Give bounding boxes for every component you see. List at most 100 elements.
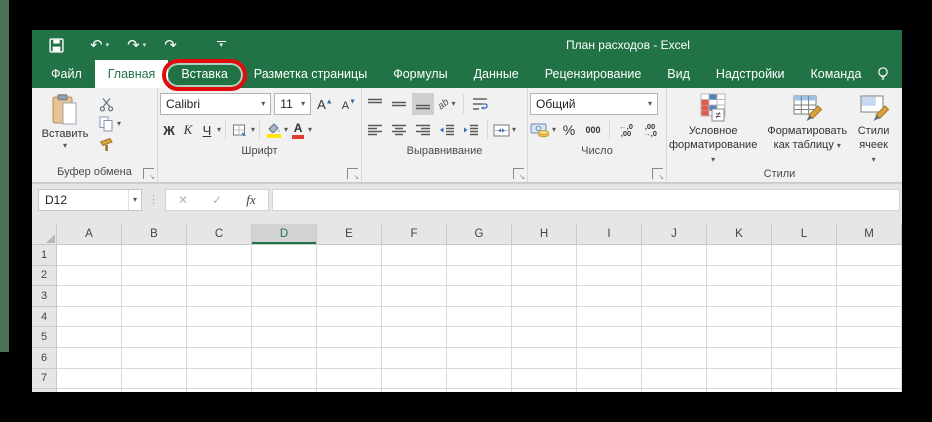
row-header-1[interactable]: 1 bbox=[32, 245, 57, 266]
accounting-format-button[interactable]: ▾ bbox=[530, 119, 556, 141]
number-format-combo[interactable]: Общий ▾ bbox=[530, 93, 658, 115]
cell-H7[interactable] bbox=[512, 369, 577, 390]
column-header-K[interactable]: K bbox=[707, 224, 772, 245]
fill-color-button[interactable] bbox=[264, 119, 283, 141]
tab-Главная[interactable]: Главная bbox=[95, 60, 169, 88]
cell-F2[interactable] bbox=[382, 266, 447, 287]
paste-button[interactable]: Вставить ▾ bbox=[34, 91, 96, 164]
font-size-dropdown-icon[interactable]: ▾ bbox=[301, 100, 305, 108]
increase-decimal-button[interactable]: ←,0 ,00 bbox=[615, 119, 637, 141]
cell-Mx[interactable] bbox=[837, 389, 902, 392]
cell-E3[interactable] bbox=[317, 286, 382, 307]
tab-Надстройки[interactable]: Надстройки bbox=[703, 60, 798, 88]
cell-M3[interactable] bbox=[837, 286, 902, 307]
align-left-button[interactable] bbox=[364, 119, 386, 141]
cell-A4[interactable] bbox=[57, 307, 122, 328]
cell-J2[interactable] bbox=[642, 266, 707, 287]
column-header-H[interactable]: H bbox=[512, 224, 577, 245]
cell-G6[interactable] bbox=[447, 348, 512, 369]
cell-C4[interactable] bbox=[187, 307, 252, 328]
cell-M6[interactable] bbox=[837, 348, 902, 369]
cell-H1[interactable] bbox=[512, 245, 577, 266]
customize-qat-button[interactable]: ▾ bbox=[217, 41, 226, 49]
cell-L5[interactable] bbox=[772, 327, 837, 348]
cell-G4[interactable] bbox=[447, 307, 512, 328]
cell-E6[interactable] bbox=[317, 348, 382, 369]
cell-I1[interactable] bbox=[577, 245, 642, 266]
name-box[interactable]: D12 ▾ bbox=[38, 189, 142, 211]
cell-K3[interactable] bbox=[707, 286, 772, 307]
align-top-button[interactable] bbox=[364, 93, 386, 115]
number-format-dropdown-icon[interactable]: ▾ bbox=[648, 100, 652, 108]
cell-D2[interactable] bbox=[252, 266, 317, 287]
cell-G3[interactable] bbox=[447, 286, 512, 307]
tab-Разметка страницы[interactable]: Разметка страницы bbox=[241, 60, 380, 88]
font-name-combo[interactable]: Calibri ▾ bbox=[160, 93, 271, 115]
cell-A1[interactable] bbox=[57, 245, 122, 266]
cell-D1[interactable] bbox=[252, 245, 317, 266]
cell-M5[interactable] bbox=[837, 327, 902, 348]
accounting-dropdown-icon[interactable]: ▾ bbox=[552, 126, 556, 134]
tab-Данные[interactable]: Данные bbox=[461, 60, 532, 88]
cell-K7[interactable] bbox=[707, 369, 772, 390]
cell-C7[interactable] bbox=[187, 369, 252, 390]
format-as-table-dropdown-icon[interactable]: ▾ bbox=[837, 141, 841, 150]
select-all-corner[interactable] bbox=[32, 224, 57, 245]
merge-center-dropdown-icon[interactable]: ▾ bbox=[512, 126, 516, 134]
percent-style-button[interactable]: % bbox=[558, 119, 580, 141]
format-painter-button[interactable] bbox=[96, 135, 124, 153]
cell-B3[interactable] bbox=[122, 286, 187, 307]
comma-style-button[interactable]: 000 bbox=[582, 119, 604, 141]
cell-J6[interactable] bbox=[642, 348, 707, 369]
cell-I4[interactable] bbox=[577, 307, 642, 328]
cell-Bx[interactable] bbox=[122, 389, 187, 392]
cell-A6[interactable] bbox=[57, 348, 122, 369]
tab-Файл[interactable]: Файл bbox=[38, 60, 95, 88]
cell-Jx[interactable] bbox=[642, 389, 707, 392]
undo-dropdown-icon[interactable]: ▾ bbox=[106, 41, 110, 49]
borders-dropdown-icon[interactable]: ▾ bbox=[251, 126, 255, 134]
borders-button[interactable] bbox=[230, 119, 250, 141]
bold-button[interactable]: Ж bbox=[160, 119, 178, 141]
cell-L4[interactable] bbox=[772, 307, 837, 328]
cut-button[interactable] bbox=[96, 95, 124, 113]
cell-K6[interactable] bbox=[707, 348, 772, 369]
cell-F4[interactable] bbox=[382, 307, 447, 328]
row-header-clipped[interactable] bbox=[32, 389, 57, 392]
cell-I7[interactable] bbox=[577, 369, 642, 390]
cell-J3[interactable] bbox=[642, 286, 707, 307]
decrease-font-button[interactable]: A▼ bbox=[339, 97, 359, 112]
cell-C2[interactable] bbox=[187, 266, 252, 287]
cell-Cx[interactable] bbox=[187, 389, 252, 392]
conditional-formatting-button[interactable]: ≠ Условное форматирование ▾ bbox=[669, 93, 757, 166]
cell-H2[interactable] bbox=[512, 266, 577, 287]
cell-I5[interactable] bbox=[577, 327, 642, 348]
cell-F6[interactable] bbox=[382, 348, 447, 369]
formula-input[interactable] bbox=[272, 189, 900, 211]
cell-styles-dropdown-icon[interactable]: ▾ bbox=[872, 155, 876, 164]
tab-Рецензирование[interactable]: Рецензирование bbox=[532, 60, 655, 88]
column-header-A[interactable]: A bbox=[57, 224, 122, 245]
cell-M7[interactable] bbox=[837, 369, 902, 390]
cell-B4[interactable] bbox=[122, 307, 187, 328]
copy-dropdown-icon[interactable]: ▾ bbox=[117, 120, 121, 128]
column-header-I[interactable]: I bbox=[577, 224, 642, 245]
cell-Ax[interactable] bbox=[57, 389, 122, 392]
italic-button[interactable]: К bbox=[179, 119, 197, 141]
cell-D4[interactable] bbox=[252, 307, 317, 328]
font-color-dropdown-icon[interactable]: ▾ bbox=[308, 126, 312, 134]
column-header-F[interactable]: F bbox=[382, 224, 447, 245]
column-header-D[interactable]: D bbox=[252, 224, 317, 245]
cell-F3[interactable] bbox=[382, 286, 447, 307]
cell-A7[interactable] bbox=[57, 369, 122, 390]
undo-button[interactable]: ↶ ▾ bbox=[90, 33, 109, 57]
cell-E2[interactable] bbox=[317, 266, 382, 287]
name-box-dropdown-icon[interactable]: ▾ bbox=[128, 190, 141, 210]
redo-button[interactable]: ↷ ▾ bbox=[127, 33, 146, 57]
cell-G2[interactable] bbox=[447, 266, 512, 287]
cell-G1[interactable] bbox=[447, 245, 512, 266]
tab-Вид[interactable]: Вид bbox=[654, 60, 703, 88]
cell-F7[interactable] bbox=[382, 369, 447, 390]
cell-J4[interactable] bbox=[642, 307, 707, 328]
column-header-B[interactable]: B bbox=[122, 224, 187, 245]
